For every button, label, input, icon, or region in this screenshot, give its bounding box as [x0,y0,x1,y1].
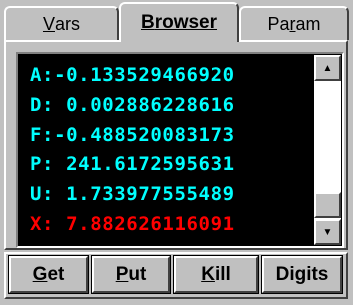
tab-param-label-pre: Pa [267,13,290,34]
digits-button-mnemonic: g [294,263,307,285]
vertical-scrollbar[interactable]: ▲ ▼ [313,54,342,246]
kill-button[interactable]: Kill [173,255,259,294]
get-button[interactable]: Get [8,255,89,294]
put-button-mnemonic: P [115,263,129,285]
display-line-a: A:-0.133529466920 [30,64,235,86]
variable-display[interactable]: A:-0.133529466920 D: 0.002886228616 F:-0… [18,54,313,246]
tab-browser[interactable]: Browser [119,2,239,42]
tab-browser-label-rest: rowser [154,12,218,33]
scroll-down-button[interactable]: ▼ [314,219,341,245]
triangle-up-icon: ▲ [322,62,333,74]
scroll-thumb[interactable] [314,192,341,218]
tab-browser-label-mnemonic: B [140,12,155,33]
display-line-u: U: 1.733977555489 [30,183,235,205]
tab-vars[interactable]: Vars [4,6,119,40]
get-button-mnemonic: G [32,263,48,285]
tab-param[interactable]: Pa r am [239,6,349,40]
digits-button-label: its [306,263,329,285]
put-button-label: ut [128,263,147,285]
digits-button[interactable]: Di g its [261,255,343,294]
tab-vars-label-rest: ars [55,13,81,34]
display-line-x: X: 7.882626116091 [30,213,235,235]
display-line-f: F:-0.488520083173 [30,124,235,146]
kill-button-mnemonic: K [201,263,215,285]
get-button-label: et [47,263,65,285]
tab-param-label-rest: am [295,13,321,34]
kill-button-label: ill [214,263,231,285]
scroll-up-button[interactable]: ▲ [314,55,341,81]
tab-vars-label-mnemonic: V [42,13,55,34]
display-line-d: D: 0.002886228616 [30,94,235,116]
triangle-down-icon: ▼ [322,226,333,238]
display-line-p: P: 241.6172595631 [30,153,235,175]
digits-button-label-pre: Di [275,263,295,285]
put-button[interactable]: Put [91,255,171,294]
